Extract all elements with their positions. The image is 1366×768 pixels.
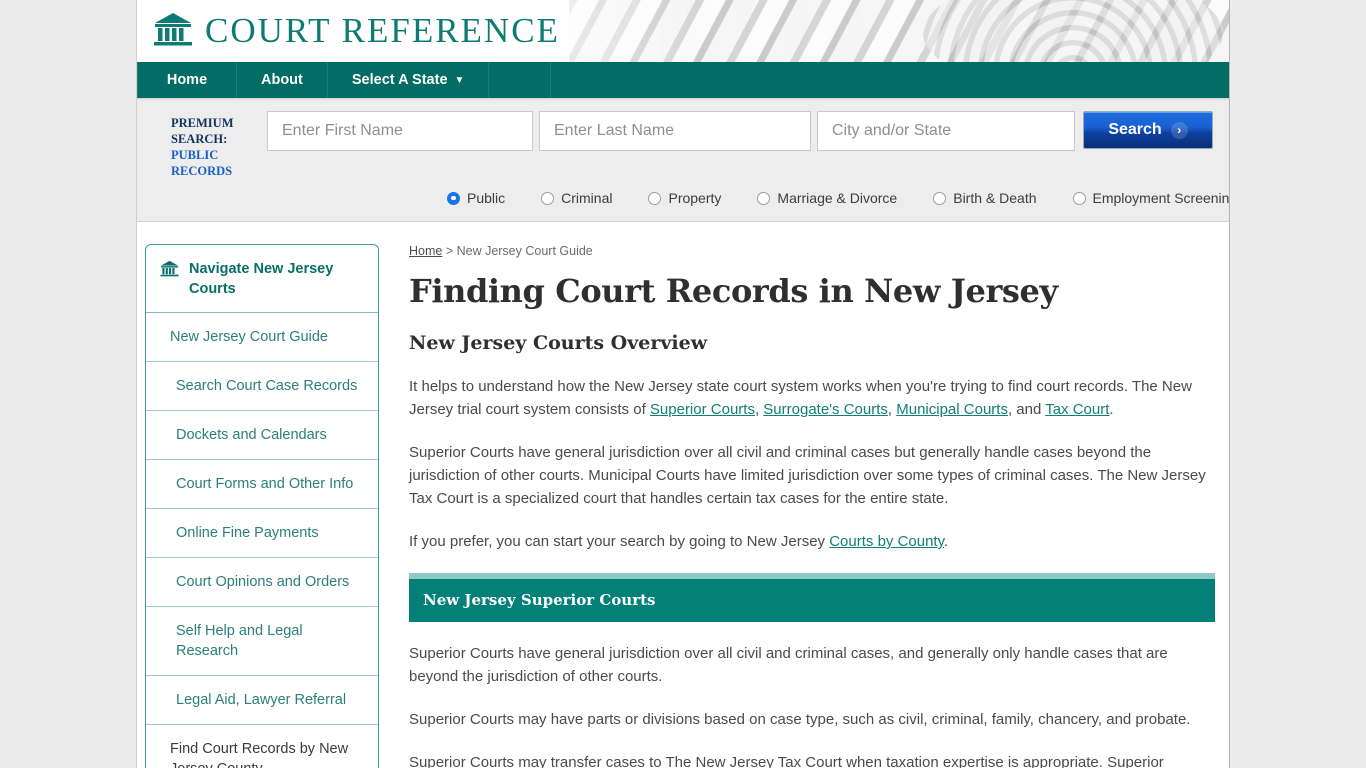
radio-criminal-dot[interactable] (541, 191, 555, 205)
radio-criminal-label: Criminal (561, 190, 613, 206)
search-button[interactable]: Search › (1083, 111, 1213, 149)
radio-property-dot[interactable] (648, 191, 662, 205)
radio-birth-death[interactable]: Birth & Death (933, 190, 1037, 206)
paragraph-superior-transfer: Superior Courts may transfer cases to Th… (409, 754, 1164, 768)
radio-marriage-divorce-dot[interactable] (757, 191, 771, 205)
radio-property[interactable]: Property (648, 190, 721, 206)
page-container: COURT REFERENCE Home About Select A Stat… (136, 0, 1230, 768)
search-fields (267, 111, 1075, 151)
radio-marriage-divorce[interactable]: Marriage & Divorce (757, 190, 897, 206)
breadcrumb: Home > New Jersey Court Guide (409, 244, 1215, 258)
article: Home > New Jersey Court Guide Finding Co… (379, 244, 1229, 768)
radio-criminal[interactable]: Criminal (541, 190, 612, 206)
radio-public-dot[interactable] (447, 191, 460, 205)
breadcrumb-home-link[interactable]: Home (409, 244, 442, 258)
sidebar-item-search-court-case-records[interactable]: Search Court Case Records (146, 362, 378, 411)
nav-spacer (489, 62, 552, 98)
navigate-courts-box: Navigate New Jersey Courts New Jersey Co… (145, 244, 379, 768)
paragraph-superior-jurisdiction: Superior Courts have general jurisdictio… (409, 645, 1168, 685)
content-area: Navigate New Jersey Courts New Jersey Co… (137, 222, 1229, 768)
section-banner-heading: New Jersey Superior Courts (409, 579, 1215, 622)
paragraph-overview-sep3: , and (1007, 401, 1046, 418)
premium-search-band: PREMIUM SEARCH: PUBLIC RECORDS Search › … (137, 98, 1229, 222)
section-subtitle: New Jersey Courts Overview (409, 332, 708, 354)
sidebar-item-court-opinions-and-orders[interactable]: Court Opinions and Orders (146, 558, 378, 607)
section-banner: New Jersey Superior Courts (409, 573, 1215, 622)
courthouse-icon (153, 11, 193, 51)
radio-birth-death-dot[interactable] (933, 191, 947, 205)
sidebar-item-online-fine-payments[interactable]: Online Fine Payments (146, 509, 378, 558)
search-category-radios: Public Criminal Property Marriage & Divo… (137, 190, 1229, 206)
chevron-right-icon: › (1170, 121, 1188, 139)
nav-item-select-a-state[interactable]: Select A State ▼ (328, 62, 490, 98)
paragraph-superior-divisions: Superior Courts may have parts or divisi… (409, 711, 1191, 728)
nav-item-select-a-state-label: Select A State (351, 72, 448, 88)
last-name-input[interactable] (539, 111, 811, 151)
link-surrogates-courts[interactable]: Surrogate's Courts (763, 401, 888, 418)
sidebar-item-self-help-and-legal-research[interactable]: Self Help and Legal Research (146, 607, 378, 676)
sidebar-item-dockets-and-calendars[interactable]: Dockets and Calendars (146, 411, 378, 460)
sidebar-item-legal-aid-lawyer-referral[interactable]: Legal Aid, Lawyer Referral (146, 676, 378, 725)
masthead: COURT REFERENCE (137, 0, 1229, 62)
search-button-label: Search (1108, 121, 1162, 138)
paragraph-jurisdiction: Superior Courts have general jurisdictio… (409, 444, 1206, 507)
city-state-input[interactable] (817, 111, 1075, 151)
sidebar-header-label: Navigate New Jersey Courts (189, 261, 334, 297)
first-name-input[interactable] (267, 111, 533, 151)
premium-search-label: PREMIUM SEARCH: PUBLIC RECORDS (171, 111, 267, 179)
radio-public[interactable]: Public (447, 190, 505, 206)
nav-item-about[interactable]: About (237, 62, 328, 98)
radio-employment-screening-dot[interactable] (1072, 191, 1086, 205)
paragraph-overview: It helps to understand how the New Jerse… (409, 375, 1215, 421)
radio-employment-screening-label: Employment Screening (1092, 190, 1230, 206)
sidebar-item-find-court-records-by-county[interactable]: Find Court Records by New Jersey County (146, 725, 378, 768)
link-courts-by-county[interactable]: Courts by County (829, 533, 944, 550)
nav-item-home-label: Home (166, 72, 208, 88)
nav-item-about-label: About (261, 72, 303, 88)
radio-public-label: Public (467, 190, 506, 206)
radio-marriage-divorce-label: Marriage & Divorce (777, 190, 898, 206)
link-municipal-courts[interactable]: Municipal Courts (896, 401, 1008, 418)
sidebar-item-new-jersey-court-guide[interactable]: New Jersey Court Guide (146, 313, 378, 362)
search-row: PREMIUM SEARCH: PUBLIC RECORDS Search › (137, 111, 1229, 179)
site-title: COURT REFERENCE (205, 11, 560, 50)
site-logo[interactable]: COURT REFERENCE (153, 11, 560, 51)
paragraph-county-search: If you prefer, you can start your search… (409, 530, 1215, 553)
nav-item-home[interactable]: Home (137, 62, 237, 98)
sidebar-item-court-forms-and-other-info[interactable]: Court Forms and Other Info (146, 460, 378, 509)
link-superior-courts[interactable]: Superior Courts (650, 401, 755, 418)
paragraph-overview-sep2: , (887, 401, 897, 418)
sidebar: Navigate New Jersey Courts New Jersey Co… (137, 244, 379, 768)
sidebar-header: Navigate New Jersey Courts (146, 245, 378, 313)
breadcrumb-current: New Jersey Court Guide (456, 244, 593, 258)
main-navigation: Home About Select A State ▼ (137, 62, 1229, 98)
page-title: Finding Court Records in New Jersey (409, 272, 1058, 310)
courthouse-icon (160, 259, 179, 284)
radio-property-label: Property (668, 190, 722, 206)
premium-search-label-line2: PUBLIC RECORDS (171, 148, 233, 178)
chevron-down-icon: ▼ (454, 74, 465, 86)
breadcrumb-separator: > (442, 244, 457, 258)
paragraph-county-search-end: . (944, 533, 949, 550)
premium-search-label-line1: PREMIUM SEARCH: (171, 116, 234, 146)
link-tax-court[interactable]: Tax Court (1045, 401, 1109, 418)
radio-birth-death-label: Birth & Death (953, 190, 1037, 206)
paragraph-overview-end: . (1109, 401, 1114, 418)
paragraph-county-search-text: If you prefer, you can start your search… (409, 533, 830, 550)
radio-employment-screening[interactable]: Employment Screening (1072, 190, 1230, 206)
